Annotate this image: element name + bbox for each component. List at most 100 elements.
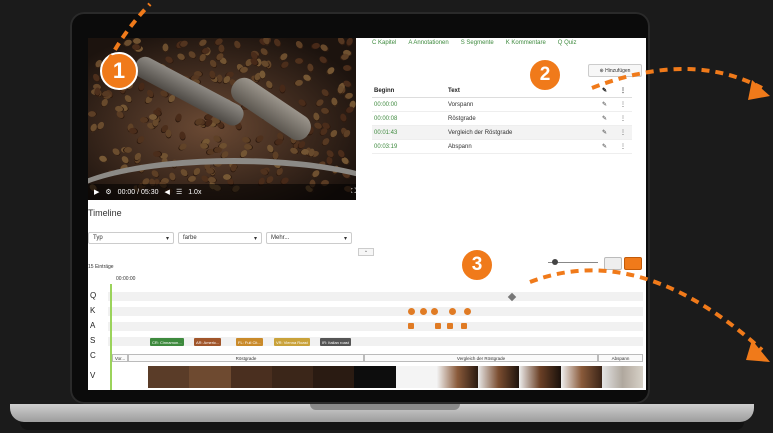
annotation-marker[interactable] <box>435 323 441 329</box>
coffee-bean <box>174 112 183 123</box>
track-quiz <box>108 292 643 301</box>
coffee-bean <box>293 78 304 87</box>
row-menu-icon[interactable]: ⋮ <box>618 97 632 112</box>
zoom-slider-handle[interactable] <box>552 259 558 265</box>
thumbnail <box>395 366 437 388</box>
chapter-vergleich[interactable]: Vergleich der Röstgrade <box>364 354 598 362</box>
coffee-bean <box>295 58 305 65</box>
type-filter[interactable]: Typ ▾ <box>88 232 174 244</box>
coffee-bean <box>132 43 142 50</box>
coffee-bean <box>162 43 169 53</box>
coffee-bean <box>165 129 172 139</box>
settings-icon[interactable]: ⚙ <box>105 188 111 196</box>
coffee-bean <box>212 146 222 153</box>
coffee-bean <box>320 106 331 115</box>
coffee-bean <box>273 137 284 147</box>
tab-kommentare[interactable]: K Kommentare <box>506 40 546 46</box>
table-row[interactable]: 00:03:19 Abspann ✎ ⋮ <box>372 139 632 154</box>
segment-chip-fl[interactable]: FL: Full Cit... <box>236 338 263 346</box>
tab-quiz[interactable]: Q Quiz <box>558 40 577 46</box>
comment-marker[interactable] <box>449 308 456 315</box>
annotation-badge-1: 1 <box>100 52 138 90</box>
coffee-bean <box>238 65 249 74</box>
fullscreen-icon[interactable]: ⛶ <box>351 188 356 196</box>
panel-tabs: C Kapitel A Annotationen S Segmente K Ko… <box>372 40 576 46</box>
timeline-playhead[interactable] <box>110 284 112 390</box>
segment-begin: 00:00:08 <box>372 111 446 126</box>
thumbnail <box>601 366 643 388</box>
annotation-marker[interactable] <box>461 323 467 329</box>
comment-marker[interactable] <box>420 308 427 315</box>
menu-icon[interactable]: ⋮ <box>618 84 632 98</box>
play-icon[interactable]: ▶ <box>94 188 99 196</box>
more-filter[interactable]: Mehr... ▾ <box>266 232 352 244</box>
edit-icon[interactable]: ✎ <box>600 111 618 126</box>
table-row[interactable]: 00:00:08 Röstgrade ✎ ⋮ <box>372 111 632 126</box>
table-row[interactable]: 00:00:00 Vorspann ✎ ⋮ <box>372 97 632 112</box>
row-menu-icon[interactable]: ⋮ <box>618 139 632 154</box>
annotation-badge-3: 3 <box>460 248 494 282</box>
track-label-v: V <box>90 371 96 380</box>
comment-marker[interactable] <box>464 308 471 315</box>
coffee-bean <box>100 97 110 109</box>
speed-label[interactable]: 1.0x <box>188 189 201 196</box>
coffee-bean <box>324 65 336 76</box>
track-comments <box>108 307 643 316</box>
video-player[interactable]: 1 ▶ ⚙ 00:00 / 05:30 ◀ ☰ 1.0x ⛶ <box>88 38 356 200</box>
add-button-label: Hinzufügen <box>605 67 631 74</box>
coffee-bean <box>259 47 271 58</box>
add-button[interactable]: ⊕ Hinzufügen <box>588 64 642 77</box>
column-header-text: Text <box>446 84 600 98</box>
volume-icon[interactable]: ◀ <box>165 188 170 196</box>
chevron-down-icon: ▾ <box>165 235 169 242</box>
coffee-bean <box>297 97 309 108</box>
track-label-k: K <box>90 306 96 315</box>
collapse-toggle[interactable]: ^ <box>358 248 374 256</box>
segment-chip-ar[interactable]: AR: Americ... <box>194 338 222 346</box>
annotation-marker[interactable] <box>447 323 453 329</box>
arrow-3-head <box>746 340 770 362</box>
timeline-title: Timeline <box>88 208 122 218</box>
segments-table: Beginn Text ✎ ⋮ 00:00:00 Vorspann ✎ ⋮ 00… <box>372 84 632 154</box>
coffee-bean <box>320 136 332 148</box>
tab-kapitel[interactable]: C Kapitel <box>372 40 396 46</box>
captions-icon[interactable]: ☰ <box>176 188 182 196</box>
column-header-begin: Beginn <box>372 84 446 98</box>
coffee-bean <box>339 52 350 62</box>
track-label-c: C <box>90 351 96 360</box>
thumbnail <box>189 366 231 388</box>
segment-chip-cr[interactable]: CR: Cinnamon... <box>150 338 184 346</box>
color-filter[interactable]: farbe ▾ <box>178 232 262 244</box>
annotation-marker[interactable] <box>408 323 414 329</box>
edit-icon[interactable]: ✎ <box>600 125 618 140</box>
segment-text: Vorspann <box>446 97 600 112</box>
segment-chip-vr[interactable]: VR: Vienna Roast <box>274 338 310 346</box>
coffee-bean <box>339 112 349 124</box>
coffee-bean <box>233 39 243 50</box>
tab-annotationen[interactable]: A Annotationen <box>408 40 448 46</box>
edit-icon[interactable]: ✎ <box>600 97 618 112</box>
coffee-bean <box>305 62 315 73</box>
timeline-view-button[interactable] <box>604 257 622 270</box>
coffee-bean <box>319 87 331 98</box>
video-thumbnail-strip[interactable] <box>148 366 643 388</box>
chapter-vorspann[interactable]: Vor... <box>112 354 128 362</box>
thumbnail <box>148 366 190 388</box>
coffee-bean <box>177 141 189 152</box>
track-label-s: S <box>90 336 96 345</box>
edit-all-icon[interactable]: ✎ <box>600 84 618 98</box>
row-menu-icon[interactable]: ⋮ <box>618 111 632 126</box>
timeline-active-view-button[interactable] <box>624 257 642 270</box>
comment-marker[interactable] <box>431 308 438 315</box>
comment-marker[interactable] <box>408 308 415 315</box>
video-time: 00:00 / 05:30 <box>117 188 159 196</box>
chapter-abspann[interactable]: Abspann <box>598 354 643 362</box>
more-filter-value: Mehr... <box>271 235 290 241</box>
edit-icon[interactable]: ✎ <box>600 139 618 154</box>
tab-segmente[interactable]: S Segmente <box>461 40 494 46</box>
chapter-roestgrade[interactable]: Röstgrade <box>128 354 364 362</box>
row-menu-icon[interactable]: ⋮ <box>618 125 632 140</box>
thumbnail <box>478 366 520 388</box>
table-row[interactable]: 00:01:43 Vergleich der Röstgrade ✎ ⋮ <box>372 125 632 140</box>
segment-chip-ir[interactable]: IR: Italian roast <box>320 338 351 346</box>
